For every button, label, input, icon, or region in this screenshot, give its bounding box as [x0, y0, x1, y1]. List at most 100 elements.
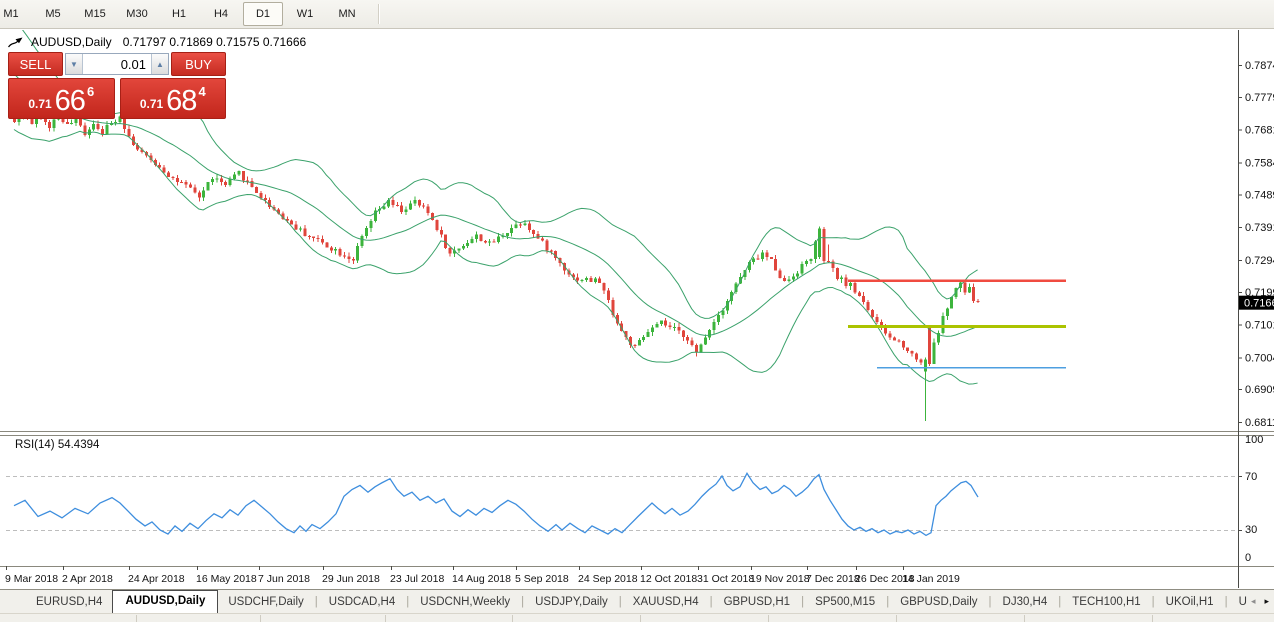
- lot-increase-button[interactable]: ▲: [151, 54, 168, 74]
- candle-down: [607, 290, 610, 300]
- candle-down: [312, 236, 316, 238]
- candle-down: [479, 234, 483, 242]
- candle-up: [114, 122, 118, 124]
- candle-up: [505, 233, 509, 237]
- tab-usdchf-daily[interactable]: USDCHF,Daily: [218, 593, 313, 611]
- candle-up: [237, 171, 241, 175]
- tab-ukoil-h1[interactable]: UKOil,H1: [1156, 593, 1224, 611]
- date-axis-label: 31 Oct 2018: [697, 573, 754, 585]
- date-axis-label: 7 Dec 2018: [806, 573, 860, 585]
- candle-down: [875, 316, 879, 322]
- chart-window: 0.78740 0.77790 0.76815 0.75840 0.74890 0.739…: [0, 28, 1274, 590]
- tab-gbpusd-h1[interactable]: GBPUSD,H1: [714, 593, 800, 611]
- candle-up: [580, 280, 584, 282]
- candle-down: [972, 287, 976, 302]
- price-axis-label: 0.68115: [1245, 417, 1274, 429]
- candle-up: [791, 276, 795, 280]
- candle-up: [523, 223, 527, 226]
- candle-up: [215, 178, 219, 180]
- buy-button[interactable]: BUY: [171, 52, 226, 76]
- sell-button[interactable]: SELL: [8, 52, 63, 76]
- candle-down: [96, 123, 100, 130]
- timeframe-button-m15[interactable]: M15: [75, 2, 115, 26]
- timeframe-button-m5[interactable]: M5: [33, 2, 73, 26]
- candle-down: [395, 204, 399, 206]
- lot-decrease-button[interactable]: ▼: [66, 54, 83, 74]
- price-axis-label: 0.77790: [1245, 92, 1274, 104]
- candle-down: [101, 129, 104, 134]
- rsi-axis-label: 0: [1245, 552, 1251, 564]
- candle-up: [470, 238, 474, 244]
- tab-usdjpy-daily[interactable]: USDJPY,Daily: [525, 593, 618, 611]
- candle-up: [369, 221, 373, 229]
- candle-down: [329, 247, 333, 251]
- candle-down: [668, 325, 672, 327]
- candle-down: [162, 167, 166, 173]
- date-axis-label: 19 Nov 2018: [750, 573, 810, 585]
- candle-up: [211, 179, 214, 183]
- timeframe-toolbar: M1 M5 M15 M30 H1 H4 D1 W1 MN: [0, 0, 1274, 29]
- candle-down: [417, 199, 421, 206]
- candle-down: [822, 228, 826, 262]
- sell-price-box[interactable]: 0.71 66 6: [8, 78, 115, 119]
- candle-down: [928, 327, 932, 365]
- candle-down: [426, 206, 430, 213]
- candle-down: [532, 230, 536, 235]
- candle-down: [294, 224, 298, 230]
- timeframe-button-m1[interactable]: M1: [0, 2, 31, 26]
- candle-up: [849, 283, 852, 287]
- candle-down: [435, 219, 439, 231]
- candle-down: [197, 192, 201, 198]
- candle-up: [202, 190, 206, 198]
- candle-up: [967, 287, 971, 293]
- tab-gbpusd-daily[interactable]: GBPUSD,Daily: [890, 593, 987, 611]
- tab-dj30-h4[interactable]: DJ30,H4: [993, 593, 1058, 611]
- tab-sp500-m15[interactable]: SP500,M15: [805, 593, 885, 611]
- tab-audusd-daily[interactable]: AUDUSD,Daily: [112, 590, 219, 613]
- date-axis-label: 23 Jul 2018: [390, 573, 444, 585]
- tab-usdcnh-weekly[interactable]: USDCNH,Weekly: [410, 593, 520, 611]
- rsi-axis-label: 30: [1245, 524, 1257, 536]
- buy-price-box[interactable]: 0.71 68 4: [119, 78, 226, 119]
- candle-down: [695, 345, 698, 353]
- candle-up: [593, 278, 597, 282]
- candle-up: [299, 228, 302, 230]
- date-axis-label: 5 Sep 2018: [515, 573, 569, 585]
- candle-down: [351, 258, 355, 261]
- tab-eurusd-h4[interactable]: EURUSD,H4: [26, 593, 112, 611]
- buy-price-prefix: 0.71: [139, 97, 164, 111]
- timeframe-button-d1[interactable]: D1: [243, 2, 283, 26]
- timeframe-button-w1[interactable]: W1: [285, 2, 325, 26]
- tab-scroll-left-icon[interactable]: ◂: [1251, 596, 1256, 607]
- timeframe-button-h1[interactable]: H1: [159, 2, 199, 26]
- date-axis-label: 24 Apr 2018: [128, 573, 185, 585]
- lot-size-value[interactable]: 0.01: [83, 54, 151, 74]
- timeframe-button-h4[interactable]: H4: [201, 2, 241, 26]
- candle-down: [681, 330, 685, 338]
- candle-up: [206, 182, 210, 191]
- date-axis-label: 7 Jun 2018: [258, 573, 310, 585]
- candle-down: [343, 255, 346, 257]
- tab-usdcad-h4[interactable]: USDCAD,H4: [319, 593, 405, 611]
- timeframe-button-mn[interactable]: MN: [327, 2, 367, 26]
- tab-scroll-right-icon[interactable]: ▸: [1264, 596, 1269, 607]
- candle-up: [945, 308, 949, 317]
- candle-down: [893, 337, 896, 341]
- candle-up: [717, 314, 720, 322]
- tab-xauusd-h4[interactable]: XAUUSD,H4: [623, 593, 709, 611]
- candle-up: [800, 264, 804, 274]
- candle-up: [703, 337, 707, 345]
- one-click-trade-panel: SELL ▼ 0.01 ▲ BUY 0.71 66 6 0.71 68 4: [8, 52, 226, 119]
- price-axis-label: 0.73915: [1245, 222, 1274, 234]
- candle-up: [761, 252, 764, 260]
- candle-up: [413, 199, 417, 204]
- price-axis-label: 0.74890: [1245, 189, 1274, 201]
- candle-down: [576, 277, 580, 281]
- candle-up: [673, 326, 676, 328]
- candle-down: [422, 205, 426, 207]
- chart-object-arrow-icon: [8, 37, 23, 47]
- timeframe-button-m30[interactable]: M30: [117, 2, 157, 26]
- tab-tech100-h1[interactable]: TECH100,H1: [1062, 593, 1150, 611]
- candle-up: [651, 327, 654, 332]
- candle-down: [778, 270, 782, 279]
